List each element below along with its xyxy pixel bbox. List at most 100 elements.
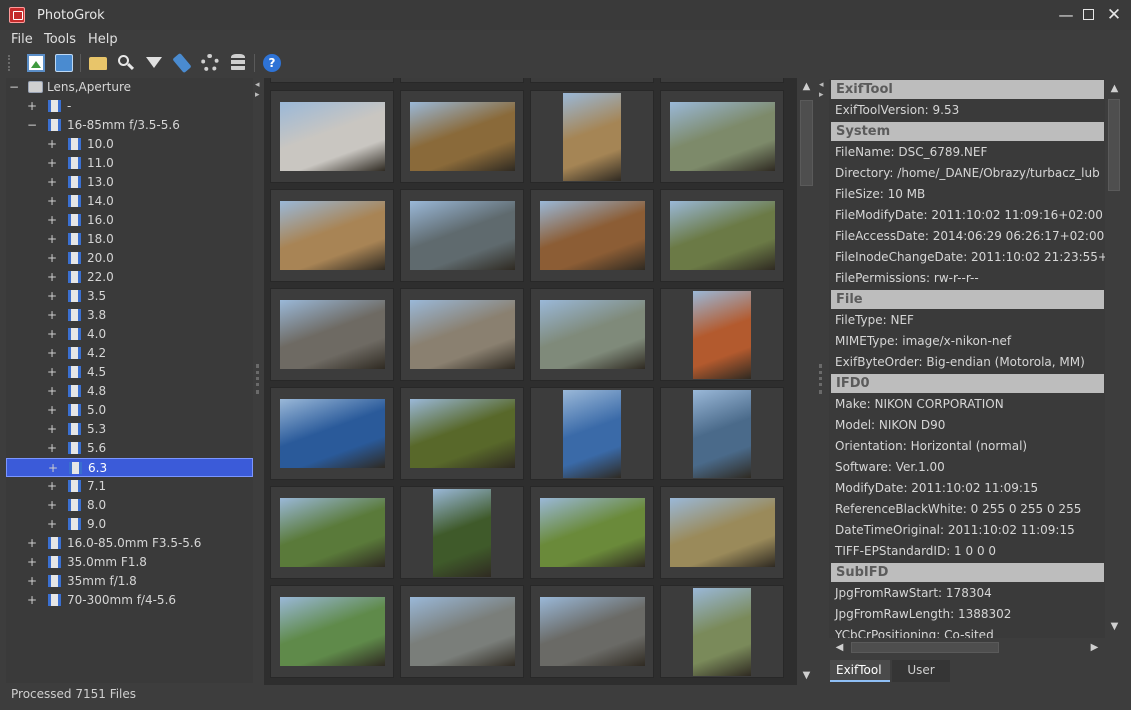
expand-icon[interactable]: + [26, 555, 38, 569]
expand-icon[interactable]: + [46, 517, 58, 531]
tree-item[interactable]: +6.3 [6, 458, 253, 477]
expand-icon[interactable]: + [46, 137, 58, 151]
expand-icon[interactable]: + [47, 461, 59, 475]
scroll-right-arrow-icon[interactable]: ▶ [1087, 641, 1102, 655]
minimize-button[interactable]: — [1055, 4, 1077, 26]
expand-icon[interactable]: + [46, 422, 58, 436]
help-icon[interactable]: ? [263, 54, 281, 72]
settings-gear-icon[interactable] [201, 54, 219, 72]
tree-item[interactable]: +70-300mm f/4-5.6 [6, 591, 253, 610]
lens-aperture-tree[interactable]: − Lens,Aperture + - −16-85mm f/3.5-5.6 +10.… [6, 78, 253, 683]
tree-root[interactable]: − Lens,Aperture [6, 78, 253, 97]
tree-item[interactable]: +4.5 [6, 363, 253, 382]
expand-icon[interactable]: + [46, 232, 58, 246]
maximize-button[interactable] [1077, 4, 1099, 26]
collapse-left-arrow-icon[interactable]: ◂ ▸ [255, 80, 260, 100]
collapse-icon[interactable]: − [8, 80, 20, 94]
tree-item[interactable]: +18.0 [6, 230, 253, 249]
tree-item[interactable]: +16.0 [6, 211, 253, 230]
tree-item[interactable]: +8.0 [6, 496, 253, 515]
photo-thumbnail[interactable] [270, 90, 394, 183]
photo-thumbnail[interactable] [400, 288, 524, 381]
tree-item[interactable]: +22.0 [6, 268, 253, 287]
tree-item[interactable]: +5.3 [6, 420, 253, 439]
tree-item[interactable]: +10.0 [6, 135, 253, 154]
tree-item[interactable]: +7.1 [6, 477, 253, 496]
tree-item[interactable]: +3.8 [6, 306, 253, 325]
photo-thumbnail[interactable] [400, 189, 524, 282]
scroll-left-arrow-icon[interactable]: ◀ [832, 641, 847, 655]
expand-icon[interactable]: + [46, 365, 58, 379]
photo-thumbnail[interactable] [660, 486, 784, 579]
photo-thumbnail[interactable] [270, 189, 394, 282]
database-icon[interactable] [231, 54, 245, 72]
expand-icon[interactable]: + [46, 384, 58, 398]
open-folder-icon[interactable] [89, 57, 107, 70]
menu-help[interactable]: Help [88, 32, 118, 47]
photo-thumbnail[interactable] [660, 78, 784, 83]
expand-icon[interactable]: + [26, 574, 38, 588]
collapse-icon[interactable]: − [26, 118, 38, 132]
scroll-up-arrow-icon[interactable]: ▲ [799, 80, 814, 94]
expand-icon[interactable]: + [26, 536, 38, 550]
menu-file[interactable]: File [11, 32, 33, 47]
expand-icon[interactable]: + [46, 308, 58, 322]
photo-thumbnail[interactable] [270, 78, 394, 83]
thumbnail-grid[interactable] [264, 78, 797, 685]
tab-exiftool[interactable]: ExifTool [830, 660, 890, 682]
expand-icon[interactable]: + [46, 441, 58, 455]
tree-item[interactable]: +3.5 [6, 287, 253, 306]
right-splitter-handle[interactable] [819, 364, 822, 394]
expand-icon[interactable]: + [46, 194, 58, 208]
tree-item[interactable]: +20.0 [6, 249, 253, 268]
photo-thumbnail[interactable] [660, 189, 784, 282]
tree-item[interactable]: +5.0 [6, 401, 253, 420]
expand-icon[interactable]: + [46, 327, 58, 341]
expand-icon[interactable]: + [46, 498, 58, 512]
scroll-down-arrow-icon[interactable]: ▼ [1107, 620, 1122, 634]
photo-thumbnail[interactable] [530, 78, 654, 83]
expand-icon[interactable]: + [46, 289, 58, 303]
properties-vertical-scrollbar[interactable]: ▲ ▼ [1105, 79, 1123, 638]
tree-item[interactable]: +4.8 [6, 382, 253, 401]
expand-icon[interactable]: + [46, 346, 58, 360]
expand-icon[interactable]: + [46, 479, 58, 493]
tree-item[interactable]: + - [6, 97, 253, 116]
expand-icon[interactable]: + [46, 213, 58, 227]
scrollbar-thumb[interactable] [1108, 99, 1120, 191]
expand-icon[interactable]: + [26, 593, 38, 607]
scrollbar-thumb[interactable] [800, 100, 813, 186]
open-multiple-icon[interactable] [55, 54, 73, 72]
tab-user[interactable]: User [892, 660, 950, 682]
open-image-icon[interactable] [27, 54, 45, 72]
tree-item[interactable]: +4.2 [6, 344, 253, 363]
tree-item[interactable]: +16.0-85.0mm F3.5-5.6 [6, 534, 253, 553]
tree-item[interactable]: +14.0 [6, 192, 253, 211]
expand-icon[interactable]: + [26, 99, 38, 113]
expand-icon[interactable]: + [46, 251, 58, 265]
photo-thumbnail[interactable] [530, 90, 654, 183]
tree-item[interactable]: +5.6 [6, 439, 253, 458]
toolbar-grip[interactable] [8, 55, 12, 71]
expand-icon[interactable]: + [46, 403, 58, 417]
tree-item[interactable]: +35.0mm F1.8 [6, 553, 253, 572]
photo-thumbnail[interactable] [270, 288, 394, 381]
photo-thumbnail[interactable] [660, 387, 784, 480]
tree-item[interactable]: +4.0 [6, 325, 253, 344]
close-button[interactable]: ✕ [1103, 4, 1125, 26]
photo-thumbnail[interactable] [400, 78, 524, 83]
photo-thumbnail[interactable] [530, 486, 654, 579]
thumbnail-scrollbar[interactable]: ▲ ▼ [798, 78, 815, 685]
photo-thumbnail[interactable] [660, 90, 784, 183]
left-splitter-handle[interactable] [256, 364, 259, 394]
photo-thumbnail[interactable] [530, 288, 654, 381]
photo-thumbnail[interactable] [400, 90, 524, 183]
properties-horizontal-scrollbar[interactable]: ◀ ▶ [829, 639, 1105, 656]
tree-item[interactable]: +9.0 [6, 515, 253, 534]
expand-icon[interactable]: + [46, 270, 58, 284]
photo-thumbnail[interactable] [660, 288, 784, 381]
search-icon[interactable] [117, 54, 135, 72]
tree-item[interactable]: +13.0 [6, 173, 253, 192]
collapse-right-arrow-icon[interactable]: ◂ ▸ [819, 80, 824, 100]
scrollbar-thumb[interactable] [851, 642, 999, 653]
